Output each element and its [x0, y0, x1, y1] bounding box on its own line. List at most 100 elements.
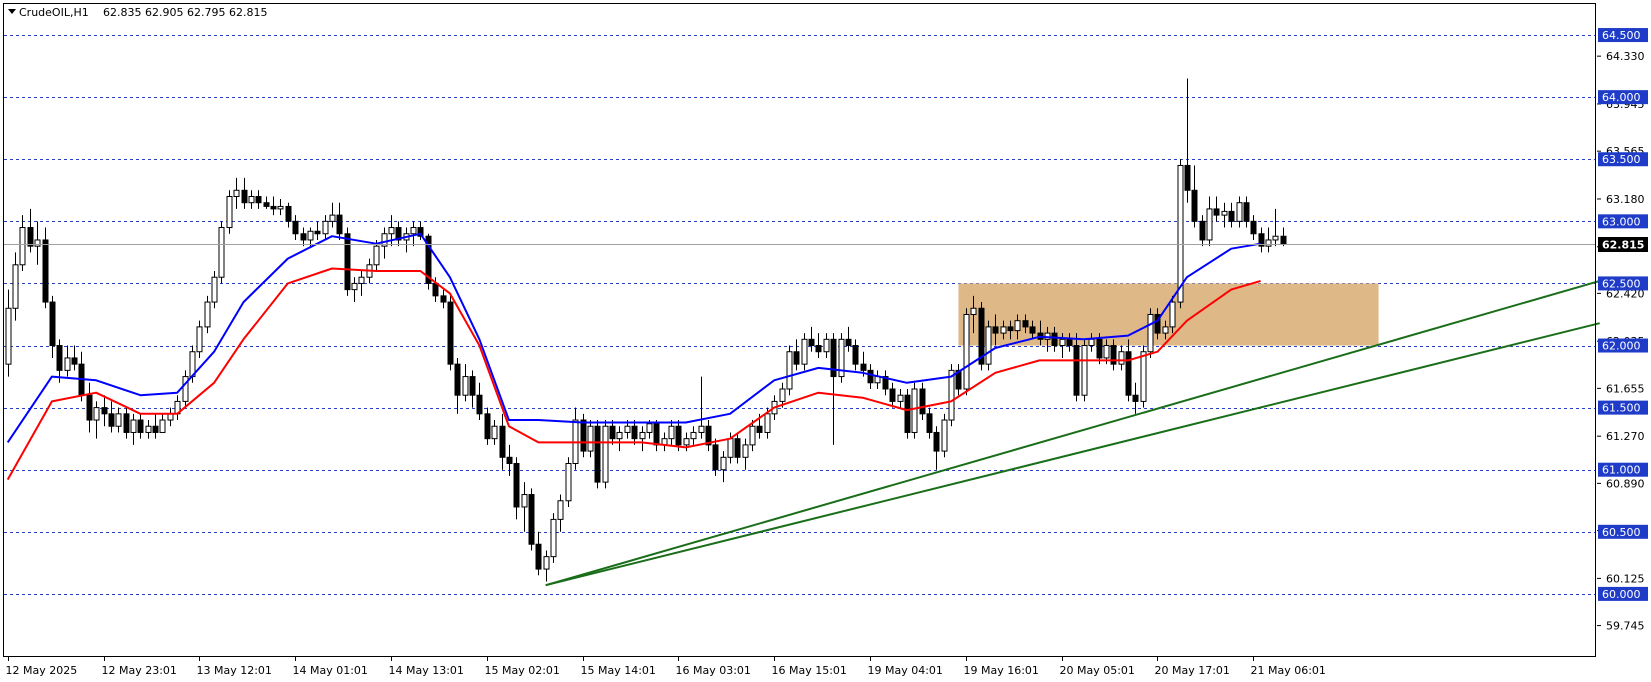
candle-body — [587, 425, 594, 452]
level-box-label: 63.000 — [1602, 215, 1641, 228]
candle — [1081, 339, 1088, 402]
y-tick-label: 61.655 — [1606, 382, 1645, 395]
candle-body — [1199, 220, 1206, 241]
candle-body — [690, 431, 697, 440]
y-tick-label: 59.745 — [1606, 620, 1645, 633]
candle-body — [159, 419, 166, 433]
candle-body — [226, 195, 233, 229]
candle-body — [764, 413, 771, 433]
x-tick-label: 14 May 13:01 — [389, 664, 464, 677]
candle-body — [49, 301, 56, 347]
x-tick-label: 13 May 12:01 — [197, 664, 272, 677]
candle-body — [145, 425, 152, 433]
price-chart[interactable]: 64.33063.94563.56563.18062.79562.42062.0… — [0, 0, 1651, 682]
candle — [963, 308, 970, 396]
current-price-box: 62.815 — [1598, 237, 1648, 252]
candle-body — [373, 245, 380, 266]
candle-body — [1221, 210, 1228, 216]
candle-body — [565, 463, 572, 502]
candle-body — [1132, 394, 1139, 402]
candle-body — [609, 425, 616, 440]
candle-body — [624, 425, 631, 433]
candle-body — [1000, 326, 1007, 334]
candle-body — [779, 388, 786, 402]
candle — [565, 457, 572, 507]
candle-body — [808, 338, 815, 347]
candle-body — [1147, 313, 1154, 353]
candle — [1147, 308, 1154, 358]
level-box-60.000: 60.000 — [1598, 586, 1648, 601]
candle-body — [241, 189, 248, 204]
level-box-62.500: 62.500 — [1598, 276, 1648, 291]
candle-body — [1118, 351, 1125, 365]
level-box-label: 61.500 — [1602, 402, 1641, 415]
candle-body — [904, 394, 911, 433]
candle-body — [1191, 189, 1198, 222]
candle-body — [815, 345, 822, 353]
candle-body — [270, 205, 277, 210]
candle-body — [388, 227, 395, 235]
candle — [580, 413, 587, 458]
candle-body — [292, 220, 299, 235]
level-box-64.500: 64.500 — [1598, 28, 1648, 43]
candle-body — [1206, 208, 1213, 241]
candle-body — [5, 307, 12, 365]
candle — [226, 190, 233, 234]
level-box-label: 63.500 — [1602, 153, 1641, 166]
level-box-label: 62.000 — [1602, 340, 1641, 353]
candle-body — [897, 394, 904, 402]
candle-body — [1184, 164, 1191, 191]
candle — [948, 364, 955, 427]
candle-body — [1236, 202, 1243, 222]
candle-body — [1103, 345, 1110, 359]
candle-body — [204, 301, 211, 328]
candle-body — [535, 543, 542, 570]
candle-body — [233, 189, 240, 197]
candle-body — [889, 388, 896, 402]
candle — [42, 227, 49, 309]
candle-body — [329, 214, 336, 222]
x-tick-label: 16 May 03:01 — [676, 664, 751, 677]
level-box-62.000: 62.000 — [1598, 338, 1648, 353]
candle-body — [358, 276, 365, 284]
level-box-61.500: 61.500 — [1598, 400, 1648, 415]
candle-body — [499, 425, 506, 458]
candle-body — [720, 456, 727, 471]
ohlc-label: 62.835 62.905 62.795 62.815 — [103, 6, 267, 19]
x-tick-label: 15 May 02:01 — [485, 664, 560, 677]
candle-body — [543, 556, 550, 570]
candle — [786, 345, 793, 396]
x-tick-label: 19 May 16:01 — [964, 664, 1039, 677]
candle-body — [211, 276, 218, 303]
candle-body — [1265, 239, 1272, 247]
candle-body — [1073, 345, 1080, 396]
candle-body — [742, 444, 749, 458]
candle-body — [860, 363, 867, 371]
level-box-61.000: 61.000 — [1598, 462, 1648, 477]
candle-body — [845, 338, 852, 347]
candle — [594, 420, 601, 489]
candle-body — [948, 369, 955, 421]
candle-body — [616, 431, 623, 440]
candle-body — [108, 413, 115, 427]
candle-body — [115, 413, 122, 427]
candle-body — [12, 264, 19, 309]
level-box-60.500: 60.500 — [1598, 524, 1648, 539]
candle — [218, 221, 225, 284]
y-tick-label: 60.890 — [1606, 477, 1645, 490]
candle-body — [698, 425, 705, 433]
candle-body — [734, 438, 741, 458]
candle-body — [970, 307, 977, 315]
candle-body — [1022, 320, 1029, 328]
candle-body — [491, 425, 498, 440]
y-tick-label: 61.270 — [1606, 430, 1645, 443]
symbol-label: CrudeOIL,H1 — [19, 6, 89, 19]
candle-body — [307, 230, 314, 241]
x-tick-label: 12 May 2025 — [6, 664, 78, 677]
candle-body — [594, 425, 601, 483]
candle-body — [749, 425, 756, 446]
candle-body — [919, 388, 926, 415]
candle-body — [19, 227, 26, 266]
x-tick-label: 20 May 05:01 — [1060, 664, 1135, 677]
candle-body — [476, 394, 483, 415]
